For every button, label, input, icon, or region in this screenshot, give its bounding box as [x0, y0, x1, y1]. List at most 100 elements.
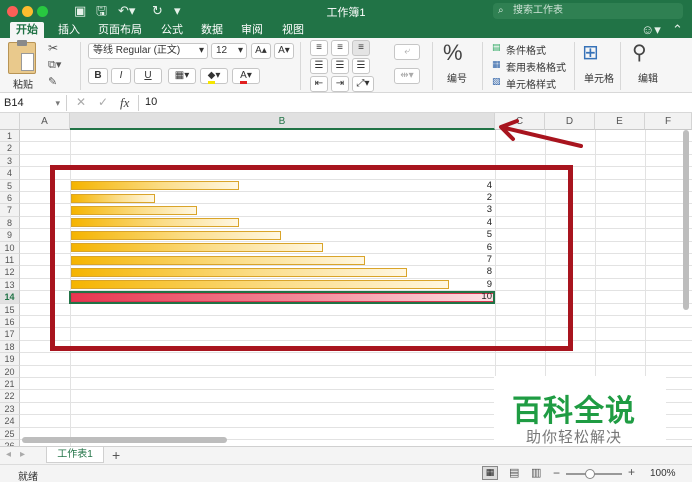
prev-sheet-icon[interactable]: ◂: [6, 449, 11, 460]
zoom-slider-thumb[interactable]: [585, 469, 595, 479]
align-left-button[interactable]: ☰: [310, 58, 328, 74]
row-header[interactable]: 2: [0, 142, 20, 155]
table-format-icon: ▦: [492, 59, 501, 69]
row-header[interactable]: 13: [0, 278, 20, 292]
font-color-button[interactable]: A▾: [232, 68, 260, 84]
align-right-button[interactable]: ☰: [352, 58, 370, 74]
conditional-format-button[interactable]: 条件格式: [506, 42, 546, 57]
row-header[interactable]: 3: [0, 154, 20, 168]
zoom-in-button[interactable]: +: [628, 465, 635, 479]
horizontal-scrollbar[interactable]: [22, 437, 227, 443]
row-header[interactable]: 12: [0, 266, 20, 279]
cells-icon[interactable]: ⊞: [582, 40, 599, 65]
page-layout-view-icon[interactable]: ▤: [509, 466, 519, 479]
tab-home[interactable]: 开始: [10, 22, 44, 38]
column-header-b[interactable]: B: [70, 113, 495, 130]
align-bottom-button[interactable]: ≡: [352, 40, 370, 56]
column-header-a[interactable]: A: [20, 113, 70, 130]
tab-formulas[interactable]: 公式: [155, 22, 189, 38]
name-box[interactable]: B14 ▾: [4, 95, 62, 111]
increase-font-button[interactable]: A▴: [251, 43, 271, 59]
search-edit-icon[interactable]: ⚲: [632, 40, 647, 65]
italic-button[interactable]: I: [111, 68, 131, 84]
vertical-scrollbar[interactable]: [683, 130, 689, 310]
normal-view-icon[interactable]: ▦: [482, 466, 498, 480]
row-header[interactable]: 15: [0, 303, 20, 316]
status-bar: 就绪 ▦ ▤ ▥ − + 100%: [0, 464, 692, 483]
row-header[interactable]: 9: [0, 229, 20, 242]
merge-cells-button[interactable]: ⇹▾: [394, 68, 420, 84]
row-header[interactable]: 5: [0, 179, 20, 192]
wrap-text-button[interactable]: ⤶: [394, 44, 420, 60]
chevron-down-icon: ▾: [237, 45, 243, 56]
underline-button[interactable]: U: [134, 68, 162, 84]
tab-page-layout[interactable]: 页面布局: [92, 22, 148, 38]
align-center-button[interactable]: ☰: [331, 58, 349, 74]
smiley-icon[interactable]: ☺▾: [641, 22, 661, 38]
row-header[interactable]: 25: [0, 427, 20, 440]
align-middle-button[interactable]: ≡: [331, 40, 349, 56]
row-header[interactable]: 20: [0, 365, 20, 378]
row-header[interactable]: 6: [0, 192, 20, 205]
column-header-f[interactable]: F: [645, 113, 692, 130]
tab-review[interactable]: 审阅: [235, 22, 269, 38]
indent-increase-button[interactable]: ⇥: [331, 76, 349, 92]
grid-line: [20, 364, 692, 366]
search-input[interactable]: ⌕ 搜索工作表: [493, 3, 683, 19]
align-top-button[interactable]: ≡: [310, 40, 328, 56]
formula-input[interactable]: 10: [145, 96, 157, 108]
cell-style-button[interactable]: 单元格样式: [506, 76, 556, 91]
watermark: 百科全说 助你轻松解决: [494, 376, 666, 456]
format-painter-icon[interactable]: ✎: [48, 75, 57, 88]
select-all-corner[interactable]: [0, 113, 20, 130]
row-header[interactable]: 11: [0, 254, 20, 267]
percent-icon[interactable]: %: [443, 40, 463, 66]
tab-data[interactable]: 数据: [195, 22, 229, 38]
cut-icon[interactable]: ✂: [48, 41, 58, 55]
grid-line: [20, 153, 692, 155]
row-header[interactable]: 24: [0, 415, 20, 428]
indent-decrease-button[interactable]: ⇤: [310, 76, 328, 92]
row-header[interactable]: 4: [0, 167, 20, 180]
column-header-e[interactable]: E: [595, 113, 645, 130]
watermark-subtitle: 助你轻松解决: [526, 429, 623, 446]
bold-button[interactable]: B: [88, 68, 108, 84]
row-header[interactable]: 16: [0, 316, 20, 329]
row-header[interactable]: 7: [0, 204, 20, 217]
next-sheet-icon[interactable]: ▸: [20, 449, 25, 460]
row-header[interactable]: 14: [0, 291, 20, 304]
row-header[interactable]: 23: [0, 402, 20, 416]
cell-ref: B14: [4, 97, 24, 109]
sheet-tab-bar: ◂ ▸ 工作表1 +: [0, 446, 692, 464]
insert-function-button[interactable]: fx: [120, 95, 129, 111]
row-header[interactable]: 10: [0, 241, 20, 254]
row-header[interactable]: 17: [0, 328, 20, 341]
row-header[interactable]: 21: [0, 378, 20, 391]
font-name-value: 等线 Regular (正文): [93, 45, 181, 56]
copy-icon[interactable]: ⧉▾: [48, 58, 61, 72]
fill-color-button[interactable]: ◆▾: [200, 68, 228, 84]
page-break-view-icon[interactable]: ▥: [531, 466, 541, 479]
sheet-tab-1[interactable]: 工作表1: [46, 447, 104, 463]
cancel-icon[interactable]: ✕: [76, 95, 86, 109]
grid-line: [20, 141, 692, 143]
zoom-out-button[interactable]: −: [553, 466, 560, 480]
tab-insert[interactable]: 插入: [52, 22, 86, 38]
paste-button[interactable]: [8, 40, 36, 74]
row-header[interactable]: 8: [0, 216, 20, 230]
add-sheet-button[interactable]: +: [112, 447, 120, 463]
collapse-ribbon-icon[interactable]: ⌃: [672, 22, 683, 38]
decrease-font-button[interactable]: A▾: [274, 43, 294, 59]
tab-view[interactable]: 视图: [276, 22, 310, 38]
border-button[interactable]: ▦▾: [168, 68, 196, 84]
row-header[interactable]: 22: [0, 390, 20, 403]
table-format-button[interactable]: 套用表格格式: [506, 59, 566, 74]
status-text: 就绪: [18, 472, 38, 483]
confirm-icon[interactable]: ✓: [98, 95, 108, 109]
row-header[interactable]: 1: [0, 130, 20, 143]
font-name-select[interactable]: 等线 Regular (正文) ▾: [88, 43, 208, 59]
row-header[interactable]: 19: [0, 353, 20, 366]
row-header[interactable]: 18: [0, 340, 20, 354]
orientation-button[interactable]: ⤢▾: [352, 76, 374, 92]
font-size-select[interactable]: 12 ▾: [211, 43, 247, 59]
